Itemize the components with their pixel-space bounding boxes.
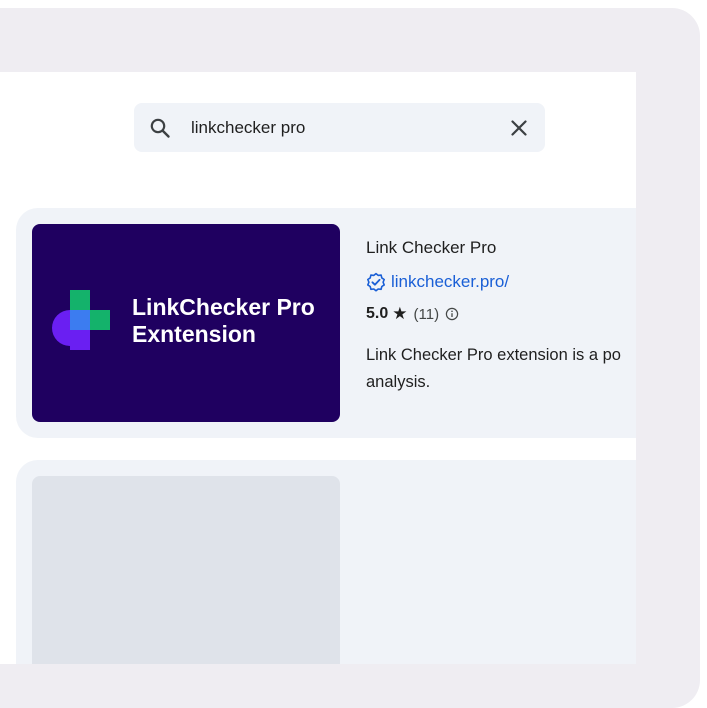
result-title[interactable]: Link Checker Pro bbox=[366, 238, 496, 258]
description-line: analysis. bbox=[366, 373, 431, 391]
publisher-domain: linkchecker.pro/ bbox=[391, 272, 510, 291]
brand-line-1: LinkChecker Pro bbox=[132, 294, 315, 320]
result-description: Link Checker Pro extension is a po analy… bbox=[366, 342, 636, 396]
rating-count: (11) bbox=[413, 305, 440, 323]
brand-line-2: Exntension bbox=[132, 321, 256, 347]
main-content: linkchecker pro LinkChecker Pro Exntensi… bbox=[0, 72, 636, 664]
publisher-domain-link[interactable]: linkchecker.pro/ bbox=[366, 272, 509, 292]
info-icon[interactable] bbox=[445, 307, 459, 321]
search-bar[interactable]: linkchecker pro bbox=[134, 103, 545, 152]
thumbnail-brand-text: LinkChecker Pro Exntension bbox=[132, 294, 315, 348]
result-card[interactable]: LinkChecker Pro Exntension Link Checker … bbox=[16, 208, 636, 438]
result-thumbnail[interactable]: LinkChecker Pro Exntension bbox=[32, 224, 340, 422]
star-icon: ★ bbox=[392, 304, 408, 323]
rating-row: 5.0 ★ (11) bbox=[366, 304, 459, 324]
verified-badge-icon bbox=[366, 272, 386, 292]
linkchecker-logo-icon bbox=[50, 290, 112, 352]
thumbnail-placeholder bbox=[32, 476, 340, 664]
search-icon bbox=[148, 116, 172, 140]
search-input[interactable]: linkchecker pro bbox=[191, 117, 305, 139]
description-line: Link Checker Pro extension is a po bbox=[366, 346, 621, 364]
clear-search-icon[interactable] bbox=[507, 116, 531, 140]
rating-score: 5.0 bbox=[366, 305, 389, 322]
result-card-placeholder bbox=[16, 460, 636, 664]
